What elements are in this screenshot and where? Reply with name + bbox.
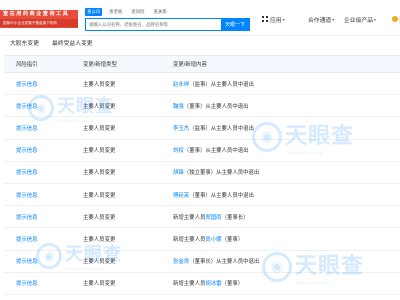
change-detail: （董事）从主要人员中退出 [189,192,254,199]
change-detail: （董事） [221,281,244,288]
change-type: 主要人员变更 [83,192,116,199]
table-row: 提示信息 主要人员变更 张金良（董事长）从主要人员中退出 [4,251,400,273]
change-content: 赵永祥（监事）从主要人员中退出 [173,80,254,88]
app-grid-icon [262,16,268,22]
change-subtabs: 大股东变更 最终受益人变更 [0,36,400,49]
change-detail: （监事）从主要人员中退出 [189,125,254,132]
person-link[interactable]: 胡冰雷 [205,281,221,287]
change-type: 主要人员变更 [83,103,116,110]
subtab-beneficiary[interactable]: 最终受益人变更 [52,38,93,47]
risk-link[interactable]: 提示信息 [16,279,38,287]
risk-link[interactable]: 提示信息 [16,124,38,132]
search-tabs: 查公司 查老板 查风险 查关系 [85,7,250,16]
change-prefix: 新增主要人员 [173,236,206,243]
change-detail: （董事长）从主要人员中退出 [189,259,260,266]
chevron-down-icon: ▾ [282,16,285,22]
person-link[interactable]: 刘权 [173,148,184,154]
search-button[interactable]: 天眼一下 [221,19,249,30]
table-row: 提示信息 主要人员变更 新增主要人员郑国雨（董事长） [4,206,400,229]
risk-link[interactable]: 提示信息 [16,235,38,243]
change-type: 主要人员变更 [83,81,116,88]
search-tab-relation[interactable]: 查关系 [152,8,169,16]
change-type: 主要人员变更 [83,148,116,155]
subtab-major-shareholder[interactable]: 大股东变更 [10,38,39,47]
table-row: 提示信息 主要人员变更 刘权（董事）从主要人员中退出 [4,140,400,162]
table-header: 风险指引 变更/新增类型 变更/新增内容 [4,55,400,73]
change-content: 胡锋（独立董事）从主要人员中退出 [173,168,259,176]
change-detail: （董事） [221,236,244,243]
search-tab-boss[interactable]: 查老板 [107,8,124,16]
search-area: 查公司 查老板 查风险 查关系 天眼一下 [85,7,250,33]
logo-slogan: 查 在 用 的 商 业 查 询 工 具 [3,11,68,17]
vip-icon [392,16,398,22]
table-row: 提示信息 主要人员变更 新增主要人员胡冰雷（董事） [4,273,400,295]
change-records-table: 风险指引 变更/新增类型 变更/新增内容 提示信息 主要人员变更 赵永祥（监事）… [4,55,400,295]
change-prefix: 新增主要人员 [173,281,206,288]
search-box: 天眼一下 [85,18,250,31]
chevron-down-icon: ▾ [332,16,335,22]
person-link[interactable]: 尚小娜 [205,237,221,243]
change-detail: （独立董事）从主要人员中退出 [183,170,260,177]
search-input[interactable] [86,19,221,30]
person-link[interactable]: 张金良 [173,259,189,265]
change-type: 主要人员变更 [83,170,116,177]
change-type: 主要人员变更 [83,214,116,221]
change-type: 主要人员变更 [83,125,116,132]
search-tab-risk[interactable]: 查风险 [129,8,146,16]
table-row: 提示信息 主要人员变更 鞠强（董事）从主要人员中退出 [4,95,400,118]
risk-link[interactable]: 提示信息 [16,80,38,88]
change-type: 主要人员变更 [83,281,116,288]
table-row: 提示信息 主要人员变更 新增主要人员尚小娜（董事） [4,228,400,251]
change-type: 主要人员变更 [83,236,116,243]
table-row: 提示信息 主要人员变更 赵永祥（监事）从主要人员中退出 [4,73,400,96]
table-row: 提示信息 主要人员变更 傅廷芙（董事）从主要人员中退出 [4,184,400,207]
change-content: 傅廷芙（董事）从主要人员中退出 [173,191,254,199]
risk-link[interactable]: 提示信息 [16,168,38,176]
change-content: 张金良（董事长）从主要人员中退出 [173,257,259,265]
change-detail: （监事）从主要人员中退出 [189,81,254,88]
change-content: 刘权（董事）从主要人员中退出 [173,146,249,154]
logo-subtitle: 国家中小企业发展子基金旗下机构 [0,19,78,27]
nav-app-menu[interactable]: 应用 ▾ [262,13,285,25]
header-content: 变更/新增内容 [173,62,207,68]
nav-coop-label: 合作通道 [308,17,332,24]
person-link[interactable]: 李玉杰 [173,126,189,132]
change-content: 鞠强（董事）从主要人员中退出 [173,102,249,110]
risk-link[interactable]: 提示信息 [16,191,38,199]
table-row: 提示信息 主要人员变更 李玉杰（监事）从主要人员中退出 [4,117,400,140]
change-content: 新增主要人员郑国雨（董事长） [173,213,249,221]
change-prefix: 新增主要人员 [173,214,206,221]
nav-enterprise-menu[interactable]: 企业级产品 ▾ [344,13,376,25]
risk-link[interactable]: 提示信息 [16,257,38,265]
risk-link[interactable]: 提示信息 [16,213,38,221]
nav-open-vip[interactable]: 开 [392,13,400,25]
nav-app-label: 应用 [270,17,282,24]
change-content: 新增主要人员尚小娜（董事） [173,235,243,243]
person-link[interactable]: 郑国雨 [205,215,221,221]
risk-link[interactable]: 提示信息 [16,146,38,154]
change-content: 李玉杰（监事）从主要人员中退出 [173,124,254,132]
change-detail: （董事）从主要人员中退出 [183,148,249,155]
change-detail: （董事）从主要人员中退出 [183,103,249,110]
chevron-down-icon: ▾ [374,16,377,22]
top-header: 查 在 用 的 商 业 查 询 工 具 国家中小企业发展子基金旗下机构 查公司 … [0,0,400,36]
table-row: 提示信息 主要人员变更 胡锋（独立董事）从主要人员中退出 [4,162,400,184]
search-tab-company[interactable]: 查公司 [85,7,103,16]
change-content: 新增主要人员胡冰雷（董事） [173,279,243,287]
change-type: 主要人员变更 [83,259,116,266]
change-detail: （董事长） [221,214,249,221]
nav-enterprise-label: 企业级产品 [344,17,373,24]
person-link[interactable]: 傅廷芙 [173,193,189,199]
header-risk: 风险指引 [16,62,38,68]
nav-coop-menu[interactable]: 合作通道 ▾ [308,13,334,25]
person-link[interactable]: 鞠强 [173,104,184,110]
header-type: 变更/新增类型 [83,62,117,68]
risk-link[interactable]: 提示信息 [16,102,38,110]
person-link[interactable]: 赵永祥 [173,82,189,88]
person-link[interactable]: 胡锋 [173,170,184,176]
tianyancha-logo-banner[interactable]: 查 在 用 的 商 业 查 询 工 具 国家中小企业发展子基金旗下机构 [0,10,78,28]
